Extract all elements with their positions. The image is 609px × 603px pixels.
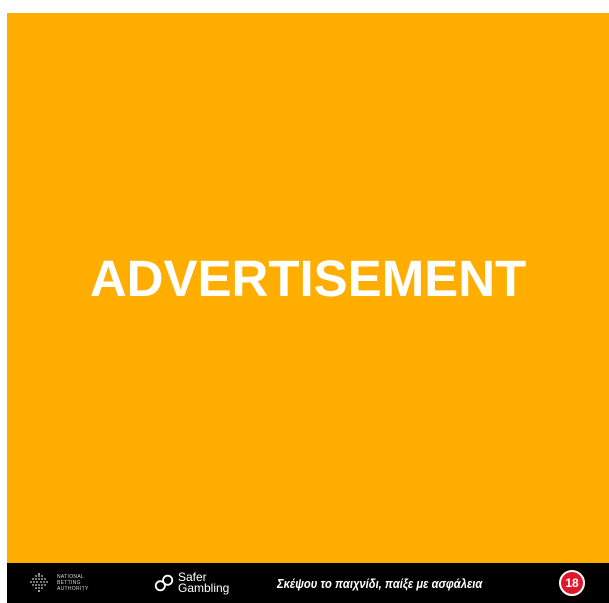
nba-text: NATIONAL BETTING AUTHORITY bbox=[57, 574, 89, 592]
advertisement-panel[interactable]: ADVERTISEMENT bbox=[7, 13, 609, 563]
nba-line-3: AUTHORITY bbox=[57, 586, 89, 592]
safer-gambling-logo: Safer Gambling bbox=[153, 571, 230, 595]
responsible-gambling-slogan: Σκέψου το παιχνίδι, παίξε με ασφάλεια bbox=[277, 575, 483, 591]
ad-frame: ADVERTISEMENT NATIONAL BETTING AUTHORITY bbox=[0, 0, 609, 603]
advertisement-label: ADVERTISEMENT bbox=[89, 249, 527, 307]
responsible-gambling-footer: NATIONAL BETTING AUTHORITY Safer Gamblin… bbox=[7, 563, 609, 603]
safer-line-2: Gambling bbox=[178, 581, 230, 595]
national-betting-authority-icon bbox=[30, 573, 48, 592]
safer-gambling-text: Safer Gambling bbox=[178, 571, 230, 595]
age-restriction-badge: 18 bbox=[559, 570, 585, 596]
national-betting-authority-logo: NATIONAL BETTING AUTHORITY bbox=[27, 571, 117, 595]
safer-gambling-icon bbox=[154, 574, 174, 592]
